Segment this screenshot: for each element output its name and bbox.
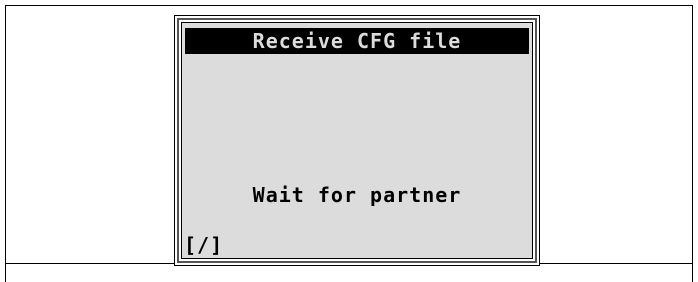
progress-spinner: [/] bbox=[184, 233, 224, 257]
screen-bezel: Receive CFG file Wait for partner [/] bbox=[177, 18, 537, 263]
document-frame-right-line bbox=[692, 5, 693, 282]
device-screen: Receive CFG file Wait for partner [/] bbox=[174, 15, 540, 266]
screen-display: Receive CFG file Wait for partner [/] bbox=[181, 22, 533, 259]
screen-title: Receive CFG file bbox=[185, 28, 529, 54]
status-message: Wait for partner bbox=[252, 183, 462, 207]
document-frame-top-line bbox=[5, 5, 693, 6]
document-frame-left-line bbox=[5, 5, 6, 282]
